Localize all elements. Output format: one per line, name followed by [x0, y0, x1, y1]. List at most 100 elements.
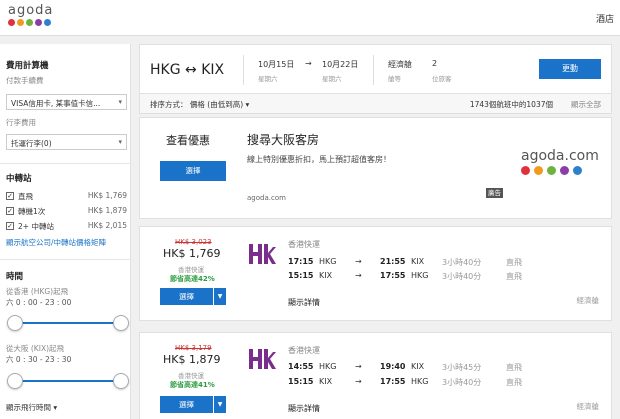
flight-arrow-icon: →	[355, 362, 362, 371]
hotel-link[interactable]: 酒店	[596, 12, 614, 25]
sort-dropdown[interactable]: 排序方式： 價格 (由低到高) ▾	[150, 99, 249, 110]
stop-info: 直飛	[506, 258, 522, 267]
depart-time-label: 從香港 (HKG)起飛	[6, 287, 69, 296]
checkbox[interactable]: ✓	[6, 207, 14, 215]
stop-filter-two-plus[interactable]: ✓ 2+ 中轉站 HK$ 2,015	[6, 221, 127, 232]
stop-label: 2+ 中轉站	[18, 222, 54, 231]
stop-price: HK$ 1,769	[87, 191, 127, 200]
stop-info: 直飛	[506, 378, 522, 387]
flight-duration-label: 顯示飛行時間	[6, 403, 51, 412]
show-details-link[interactable]: 顯示詳情	[288, 297, 320, 308]
baggage-fee-select[interactable]: 托運行李(0) ▾	[6, 134, 127, 150]
return-time-label: 從大阪 (KIX)起飛	[6, 344, 65, 353]
date-arrow: →	[305, 59, 312, 68]
return-day: 星期六	[322, 75, 342, 83]
depart-date[interactable]: 10月15日	[258, 59, 294, 70]
flight-duration: 3小時40分	[442, 258, 482, 267]
airline-name: 香港快運	[288, 346, 320, 355]
hotel-ad-card[interactable]: 查看優惠 選擇 搜尋大阪客房 線上特別優惠折扣，馬上預訂超值客房！ agoda.…	[139, 117, 612, 219]
hk-express-logo-icon	[249, 349, 276, 369]
baggage-fee-value: 托運行李(0)	[11, 139, 52, 148]
flight-result-card[interactable]: HK$ 3,023 HK$ 1,769 香港快運 節省高達42% 選擇 ▼ 香港…	[139, 226, 612, 321]
stop-info: 直飛	[506, 272, 522, 281]
update-button[interactable]: 更動	[539, 59, 601, 79]
flight-leg-outbound: 14:55 HKG → 19:40 KIX 3小時45分 直飛	[288, 362, 598, 374]
stops-title: 中轉站	[6, 174, 32, 184]
agoda-logo[interactable]: agoda	[8, 3, 53, 26]
flight-arrow-icon: →	[355, 377, 362, 386]
agoda-ad-logo: agoda.com	[521, 148, 599, 164]
payment-fee-label: 付款手續費	[6, 76, 44, 85]
depart-slider-min-handle[interactable]	[7, 315, 23, 331]
airline-matrix-link[interactable]: 顯示航空公司/中轉站價格矩陣	[6, 237, 106, 248]
ad-title[interactable]: 搜尋大阪客房	[247, 131, 319, 148]
stop-filter-one[interactable]: ✓ 轉機1次 HK$ 1,879	[6, 206, 127, 217]
route: HKG ↔ KIX	[150, 62, 225, 78]
depart-day: 星期六	[258, 75, 278, 83]
price-airline-note: 香港快運	[178, 266, 204, 274]
checkbox[interactable]: ✓	[6, 222, 14, 230]
stop-label: 轉機1次	[18, 207, 46, 216]
select-options-toggle[interactable]: ▼	[214, 396, 226, 413]
original-price: HK$ 3,023	[175, 238, 212, 246]
price: HK$ 1,879	[163, 353, 221, 366]
hk-express-logo-icon	[249, 244, 276, 264]
savings-badge: 節省高達42%	[170, 275, 215, 283]
cabin-class-sub: 艙等	[388, 75, 401, 83]
top-bar: agoda 酒店	[0, 0, 620, 36]
stop-price: HK$ 1,879	[87, 206, 127, 215]
chevron-down-icon: ▼	[217, 293, 223, 300]
fee-calculator-title: 費用計算機	[6, 61, 49, 71]
flight-leg-return: 15:15 KIX → 17:55 HKG 3小時40分 直飛	[288, 377, 598, 389]
passenger-count[interactable]: 2	[432, 59, 437, 68]
price: HK$ 1,769	[163, 247, 221, 260]
departure-airport: HKG	[319, 362, 337, 371]
agoda-ad-logo-dots	[521, 166, 582, 175]
depart-time-range: 六 0 : 00 - 23 : 00	[6, 298, 72, 307]
chevron-down-icon: ▼	[217, 401, 223, 408]
filter-sidebar: 費用計算機 付款手續費 VISA信用卡, 某事值卡信... ▾ 行李費用 托運行…	[0, 44, 131, 419]
original-price: HK$ 3,179	[175, 344, 212, 352]
select-button[interactable]: 選擇	[160, 396, 213, 413]
chevron-down-icon: ▾	[118, 138, 122, 146]
price-airline-note: 香港快運	[178, 372, 204, 380]
search-summary: HKG ↔ KIX 10月15日 星期六 → 10月22日 星期六 經濟艙 艙等…	[139, 44, 612, 94]
savings-badge: 節省高達41%	[170, 381, 215, 389]
flight-leg-return: 15:15 KIX → 17:55 HKG 3小時40分 直飛	[288, 271, 598, 283]
chevron-down-icon: ▾	[118, 98, 122, 106]
divider	[243, 55, 244, 85]
flight-leg-outbound: 17:15 HKG → 21:55 KIX 3小時40分 直飛	[288, 257, 598, 269]
payment-fee-select[interactable]: VISA信用卡, 某事值卡信... ▾	[6, 94, 127, 110]
return-time-range: 六 0 : 30 - 23 : 30	[6, 355, 72, 364]
payment-fee-value: VISA信用卡, 某事值卡信...	[11, 99, 101, 108]
result-count: 1743個航班中的1037個	[469, 100, 553, 109]
stop-filter-direct[interactable]: ✓ 直飛 HK$ 1,769	[6, 191, 127, 202]
flight-result-card[interactable]: HK$ 3,179 HK$ 1,879 香港快運 節省高達41% 選擇 ▼ 香港…	[139, 332, 612, 419]
cabin-class[interactable]: 經濟艙	[388, 59, 412, 70]
checkbox[interactable]: ✓	[6, 192, 14, 200]
return-slider-min-handle[interactable]	[7, 373, 23, 389]
passenger-sub: 位旅客	[432, 75, 452, 83]
show-all-link[interactable]: 顯示全部	[571, 99, 601, 110]
chevron-down-icon: ▾	[53, 403, 58, 412]
departure-time: 15:15	[288, 271, 314, 280]
flight-arrow-icon: →	[355, 257, 362, 266]
flight-duration-toggle[interactable]: 顯示飛行時間 ▾	[6, 402, 57, 413]
ad-select-button[interactable]: 選擇	[160, 161, 226, 181]
ad-badge: 廣告	[486, 188, 503, 198]
select-options-toggle[interactable]: ▼	[214, 288, 226, 305]
ad-url: agoda.com	[247, 194, 286, 202]
show-details-link[interactable]: 顯示詳情	[288, 403, 320, 414]
divider	[373, 55, 374, 85]
depart-slider-max-handle[interactable]	[113, 315, 129, 331]
arrival-airport: KIX	[411, 362, 425, 371]
cabin-class: 經濟艙	[576, 296, 600, 305]
airline-name: 香港快運	[288, 240, 320, 249]
arrival-time: 17:55	[380, 377, 406, 386]
logo-dots	[8, 19, 53, 26]
return-slider-max-handle[interactable]	[113, 373, 129, 389]
select-button[interactable]: 選擇	[160, 288, 213, 305]
arrival-airport: HKG	[411, 271, 429, 280]
return-date[interactable]: 10月22日	[322, 59, 358, 70]
ad-offer-title: 查看優惠	[166, 134, 210, 147]
